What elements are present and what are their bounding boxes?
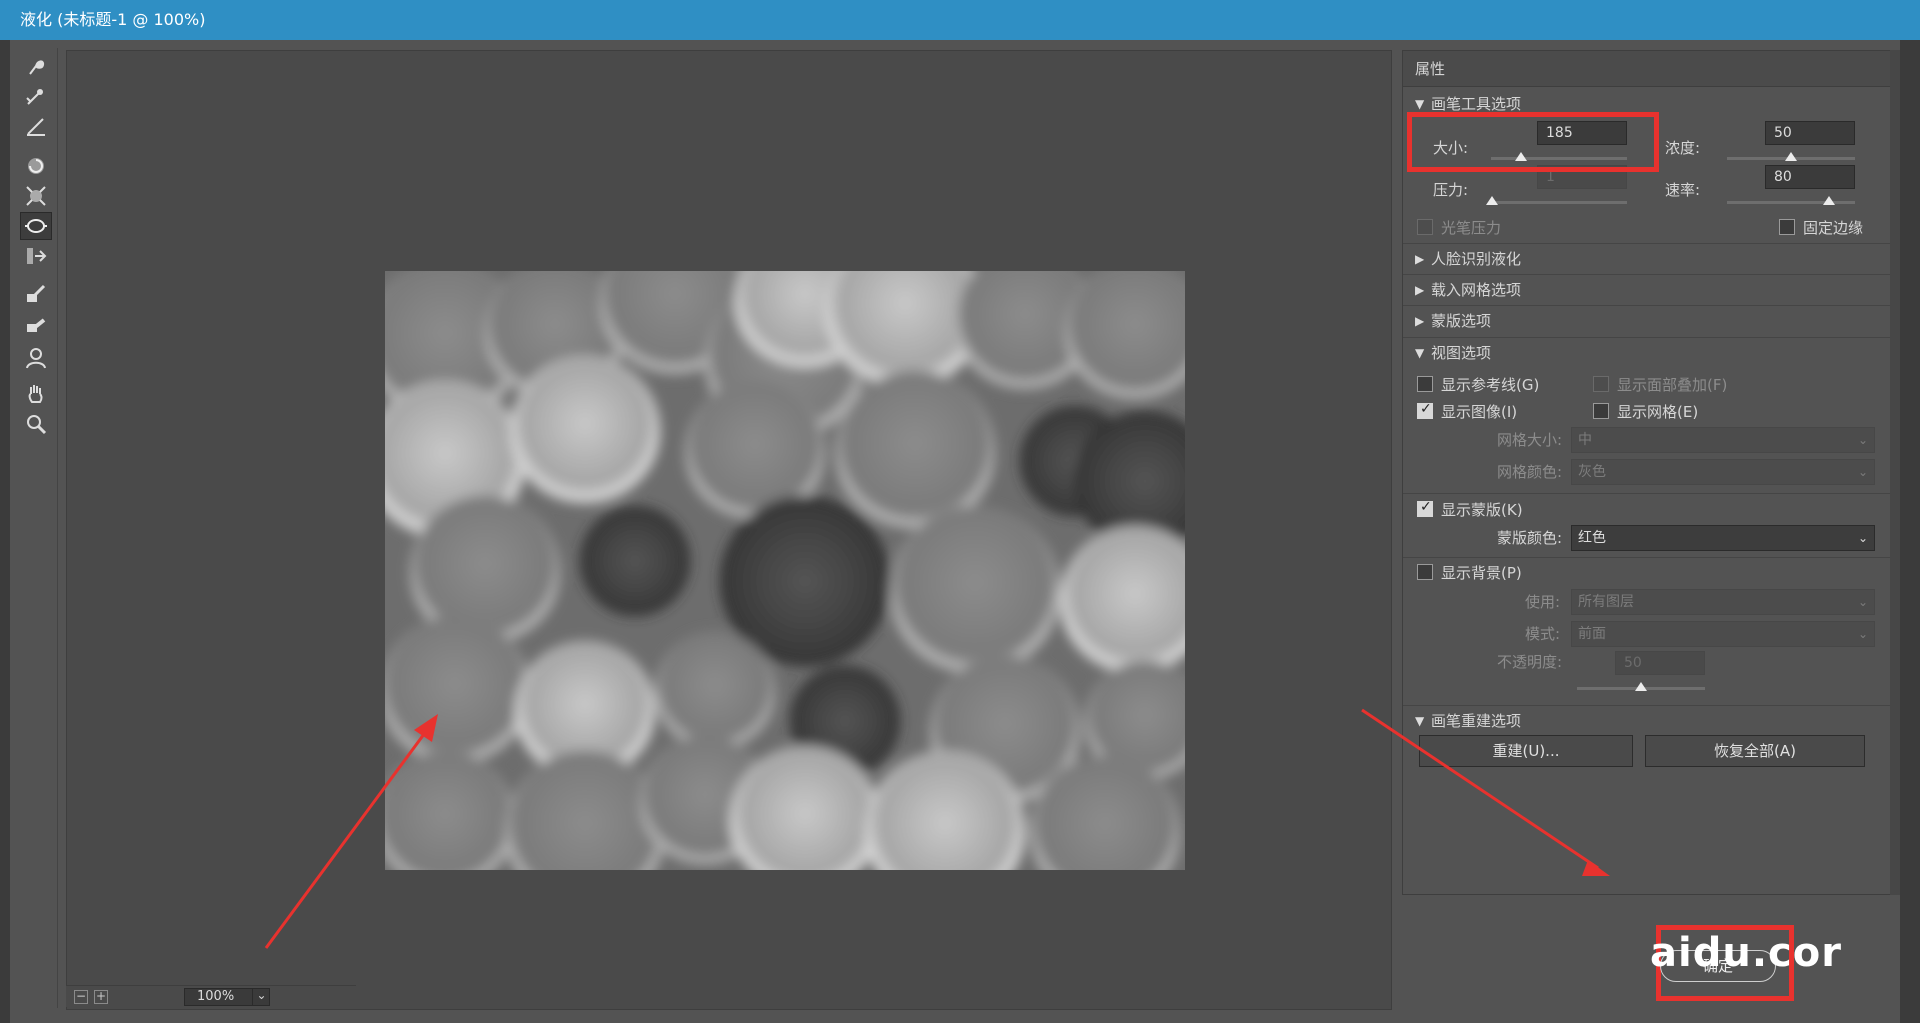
watermark: aidu.cor: [1650, 930, 1842, 976]
annotation-arrows: [264, 708, 1610, 949]
